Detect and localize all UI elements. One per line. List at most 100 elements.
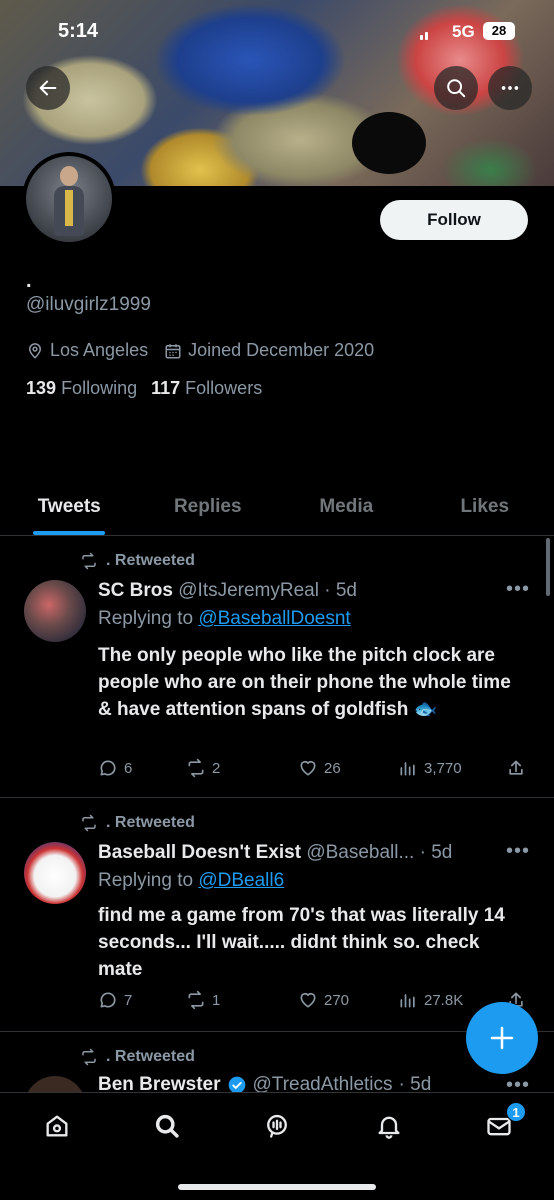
like-button[interactable]: 270: [298, 990, 398, 1010]
followers-count: 117: [151, 378, 181, 398]
joined-item: Joined December 2020: [164, 340, 374, 361]
heart-icon: [300, 992, 316, 1008]
nav-home[interactable]: [42, 1111, 72, 1141]
tweet-display-name[interactable]: SC Bros: [98, 580, 173, 601]
signal-icon: [420, 28, 434, 40]
plus-icon: [490, 1026, 514, 1050]
tweet-more-icon[interactable]: •••: [506, 840, 530, 863]
retweet-icon: [82, 814, 96, 832]
view-count: 3,770: [424, 759, 462, 777]
tweet-time: · 5d: [324, 580, 357, 601]
home-icon: [46, 1115, 68, 1137]
messages-badge: 1: [506, 1102, 526, 1122]
retweet-icon: [82, 552, 96, 570]
view-count: 27.8K: [424, 991, 464, 1009]
tweet-more-icon[interactable]: •••: [506, 578, 530, 601]
more-options-button[interactable]: [488, 66, 532, 110]
retweet-indicator: . Retweeted: [80, 552, 195, 570]
tweet-avatar[interactable]: [24, 1076, 86, 1092]
following-link[interactable]: 139 Following: [26, 378, 137, 399]
share-icon: [509, 760, 523, 775]
retweet-label: . Retweeted: [106, 552, 195, 569]
reply-count: 6: [124, 759, 133, 777]
compose-tweet-button[interactable]: [466, 1002, 538, 1074]
replying-to-link[interactable]: @BaseballDoesnt: [198, 608, 350, 629]
retweet-icon: [188, 990, 204, 1010]
back-button[interactable]: [26, 66, 70, 110]
views-button[interactable]: 3,770: [398, 758, 506, 778]
retweet-indicator: . Retweeted: [80, 1048, 195, 1066]
reply-button[interactable]: 6: [98, 758, 186, 778]
tweet-text: The only people who like the pitch clock…: [98, 645, 511, 720]
tab-tweets[interactable]: Tweets: [0, 484, 139, 535]
joined-label: Joined December 2020: [188, 340, 375, 360]
retweet-count: 2: [212, 759, 221, 777]
tweet-handle[interactable]: @TreadAthletics: [253, 1074, 393, 1092]
tweet-handle[interactable]: @ItsJeremyReal: [178, 580, 319, 601]
tweet-card[interactable]: . Retweeted Baseball Doesn't Exist @Base…: [0, 798, 554, 1032]
following-count: 139: [26, 378, 57, 398]
retweet-indicator: . Retweeted: [80, 814, 195, 832]
bell-icon: [378, 1116, 400, 1139]
calendar-icon: [165, 343, 181, 358]
retweet-count: 1: [212, 991, 221, 1009]
search-button[interactable]: [434, 66, 478, 110]
tweet-card[interactable]: . Retweeted SC Bros @ItsJeremyReal · 5d …: [0, 536, 554, 798]
location-pin-icon: [28, 342, 42, 359]
follow-button[interactable]: Follow: [380, 200, 528, 240]
tweet-handle[interactable]: @Baseball...: [306, 842, 414, 863]
avatar-tie: [65, 190, 73, 226]
tweet-avatar[interactable]: [24, 580, 86, 642]
views-icon: [400, 762, 415, 776]
retweet-label: . Retweeted: [106, 1048, 195, 1065]
banner-detail: [352, 112, 426, 174]
avatar-head: [60, 166, 78, 186]
profile-meta: Los Angeles Joined December 2020: [26, 340, 374, 361]
search-icon: [155, 1114, 179, 1138]
tweet-avatar[interactable]: [24, 842, 86, 904]
retweet-label: . Retweeted: [106, 814, 195, 831]
spaces-icon: [267, 1114, 287, 1138]
heart-icon: [300, 760, 316, 776]
tweet-actions: 6 2 26 3,770: [98, 758, 528, 778]
like-count: 270: [324, 991, 350, 1009]
replying-to-link[interactable]: @DBeall6: [198, 870, 284, 891]
tab-likes[interactable]: Likes: [416, 484, 554, 535]
nav-notifications[interactable]: [374, 1111, 404, 1141]
profile-tabs: Tweets Replies Media Likes: [0, 484, 554, 536]
reply-icon: [100, 992, 116, 1008]
tweet-more-icon[interactable]: •••: [506, 1074, 530, 1092]
battery-icon: 28: [483, 22, 515, 40]
views-icon: [400, 994, 415, 1008]
like-button[interactable]: 26: [298, 758, 398, 778]
tab-media[interactable]: Media: [277, 484, 416, 535]
network-label: 5G: [452, 22, 475, 41]
nav-spaces[interactable]: [262, 1111, 292, 1141]
reply-icon: [100, 760, 116, 776]
replying-to: Replying to @BaseballDoesnt: [98, 608, 351, 630]
followers-label: Followers: [185, 378, 263, 398]
tweet-display-name[interactable]: Baseball Doesn't Exist: [98, 842, 301, 863]
verified-badge-icon: [228, 1076, 245, 1092]
tab-replies[interactable]: Replies: [139, 484, 278, 535]
tweet-time: · 5d: [398, 1074, 432, 1092]
retweet-button[interactable]: 1: [186, 990, 298, 1010]
status-time: 5:14: [58, 20, 99, 42]
profile-avatar[interactable]: [22, 152, 116, 246]
replying-to: Replying to @DBeall6: [98, 870, 284, 892]
tweet-time: · 5d: [419, 842, 453, 863]
nav-search[interactable]: [152, 1111, 182, 1141]
status-bar: 5:14 5G 28: [0, 0, 554, 64]
profile-name: .: [26, 270, 32, 292]
share-button[interactable]: [506, 758, 526, 778]
tweet-actions: 7 1 270 27.8K: [98, 990, 528, 1010]
tweet-header: SC Bros @ItsJeremyReal · 5d: [98, 580, 357, 602]
replying-prefix: Replying to: [98, 870, 194, 891]
retweet-button[interactable]: 2: [186, 758, 298, 778]
followers-link[interactable]: 117 Followers: [151, 378, 262, 399]
reply-button[interactable]: 7: [98, 990, 186, 1010]
tweet-display-name[interactable]: Ben Brewster: [98, 1074, 221, 1092]
tweet-header: Baseball Doesn't Exist @Baseball... · 5d: [98, 842, 452, 864]
retweet-icon: [188, 758, 204, 778]
home-indicator[interactable]: [178, 1184, 376, 1190]
